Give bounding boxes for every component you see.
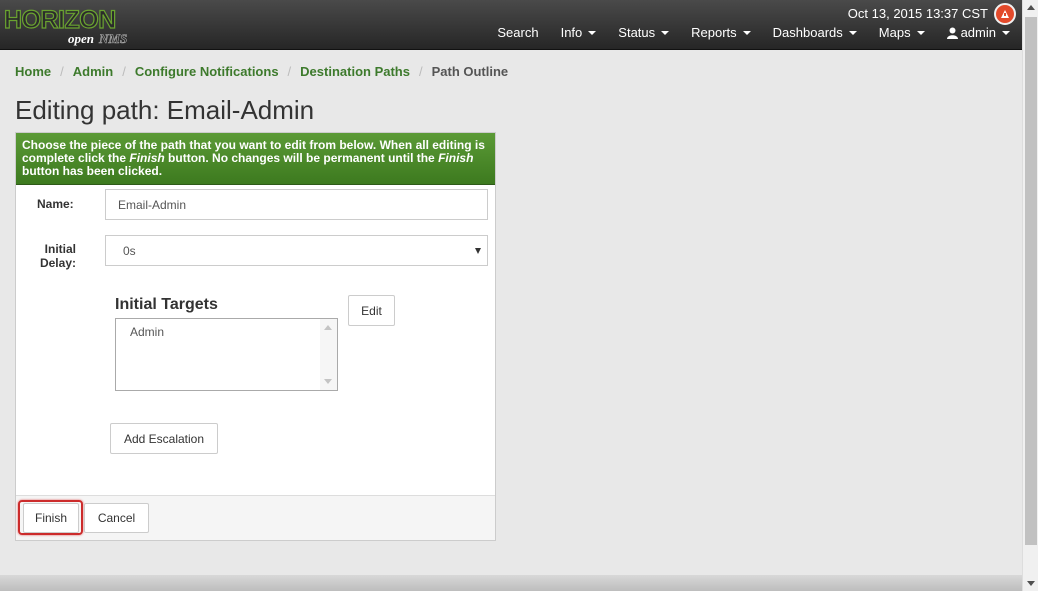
- name-field-value: Email-Admin: [118, 197, 187, 212]
- initial-targets-list[interactable]: Admin: [115, 318, 338, 391]
- page-title: Editing path: Email-Admin: [15, 95, 315, 125]
- edit-targets-button[interactable]: Edit: [348, 295, 395, 326]
- nav-info[interactable]: Info: [561, 25, 597, 40]
- listbox-scrollbar[interactable]: [320, 319, 337, 390]
- main-nav: Search Info Status Reports Dashboards Ma…: [475, 25, 1010, 40]
- breadcrumb-admin[interactable]: Admin: [73, 64, 113, 79]
- breadcrumb-separator: /: [60, 64, 64, 79]
- nav-search[interactable]: Search: [497, 25, 538, 40]
- scroll-down-arrow-icon[interactable]: [1027, 581, 1035, 586]
- nav-user-label: admin: [960, 25, 996, 40]
- page-scrollbar[interactable]: [1022, 0, 1038, 591]
- scroll-up-arrow-icon[interactable]: [1027, 5, 1035, 10]
- panel-instructions: Choose the piece of the path that you wa…: [16, 133, 495, 185]
- logo-nms-text: NMS: [99, 31, 128, 47]
- nav-dashboards[interactable]: Dashboards: [773, 25, 857, 40]
- breadcrumb-separator: /: [287, 64, 292, 79]
- nav-maps-label: Maps: [878, 25, 911, 40]
- panel-footer: Finish Cancel: [16, 495, 495, 540]
- instructions-finish-1: Finish: [129, 151, 165, 165]
- breadcrumb-home[interactable]: Home: [15, 64, 51, 79]
- alarm-status-icon[interactable]: [994, 3, 1016, 25]
- breadcrumb-separator: /: [418, 64, 423, 79]
- bottom-strip: [0, 575, 1022, 591]
- instructions-text-2: button. No changes will be permanent unt…: [164, 151, 439, 165]
- breadcrumb-separator: /: [122, 64, 126, 79]
- nav-search-label: Search: [497, 25, 539, 40]
- chevron-down-icon: [742, 30, 751, 35]
- server-datetime: Oct 13, 2015 13:37 CST: [847, 6, 988, 21]
- edit-path-panel: Choose the piece of the path that you wa…: [15, 132, 496, 541]
- initial-delay-label-line2: Delay:: [39, 256, 76, 270]
- chevron-down-icon: [1002, 30, 1010, 35]
- name-field[interactable]: Email-Admin: [105, 189, 488, 220]
- chevron-down-icon: [661, 30, 670, 35]
- initial-delay-label-line1: Initial: [44, 242, 76, 256]
- finish-button[interactable]: Finish: [23, 503, 79, 533]
- nav-status[interactable]: Status: [618, 25, 670, 40]
- nav-reports-label: Reports: [691, 25, 737, 40]
- chevron-down-icon: [475, 248, 481, 254]
- breadcrumb-destination-paths[interactable]: Destination Paths: [300, 64, 410, 79]
- scroll-down-arrow-icon[interactable]: [324, 379, 332, 384]
- nav-dashboards-label: Dashboards: [772, 25, 843, 40]
- breadcrumb-configure-notifications[interactable]: Configure Notifications: [135, 64, 279, 79]
- chevron-down-icon: [848, 30, 857, 35]
- nav-info-label: Info: [560, 25, 583, 40]
- nav-user-menu[interactable]: admin: [946, 25, 1010, 40]
- initial-delay-select[interactable]: 0s: [105, 235, 488, 266]
- chevron-down-icon: [588, 30, 597, 35]
- top-navbar: HORIZON open NMS Oct 13, 2015 13:37 CST …: [0, 0, 1022, 50]
- chevron-down-icon: [916, 30, 925, 35]
- cancel-button[interactable]: Cancel: [84, 503, 149, 533]
- scrollbar-thumb[interactable]: [1025, 17, 1037, 545]
- initial-targets-title: Initial Targets: [115, 296, 218, 313]
- add-escalation-button[interactable]: Add Escalation: [110, 423, 218, 454]
- nav-maps[interactable]: Maps: [879, 25, 925, 40]
- logo-open-text: open: [68, 31, 94, 46]
- list-item[interactable]: Admin: [130, 325, 164, 339]
- scroll-up-arrow-icon[interactable]: [324, 325, 332, 330]
- instructions-finish-2: Finish: [438, 151, 474, 165]
- opennms-horizon-logo[interactable]: HORIZON open NMS: [3, 5, 136, 47]
- nav-reports[interactable]: Reports: [691, 25, 751, 40]
- user-icon: [946, 27, 958, 39]
- initial-delay-value: 0s: [123, 243, 136, 258]
- breadcrumb: Home / Admin / Configure Notifications /…: [15, 64, 508, 79]
- initial-delay-label: Initial Delay:: [37, 242, 76, 270]
- nav-status-label: Status: [618, 25, 656, 40]
- breadcrumb-path-outline: Path Outline: [431, 64, 509, 79]
- instructions-text-3: button has been clicked.: [22, 164, 163, 178]
- name-label: Name:: [37, 197, 74, 211]
